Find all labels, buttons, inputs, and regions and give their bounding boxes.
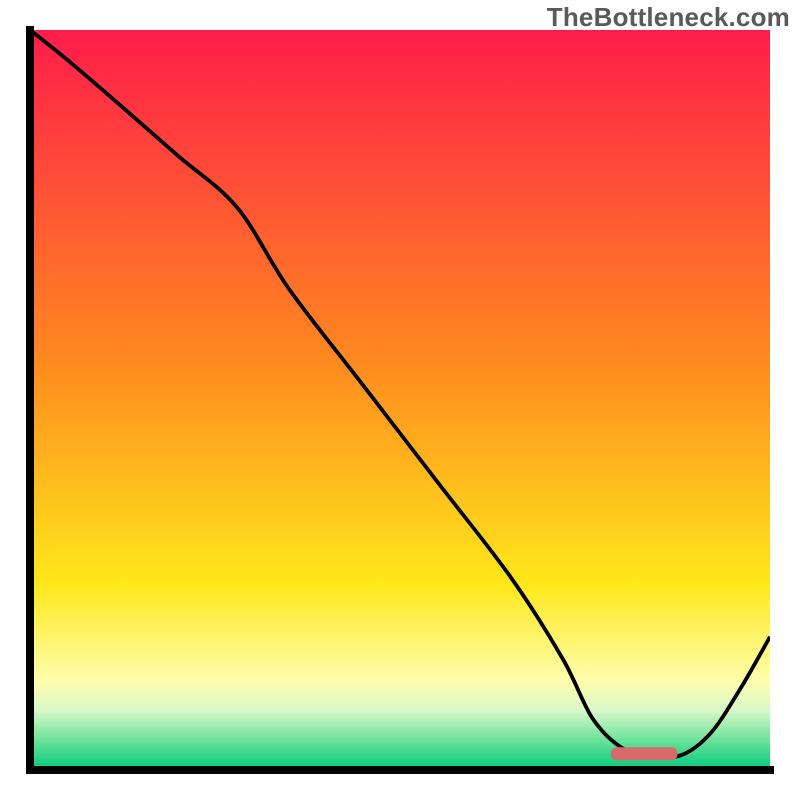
- watermark-text: TheBottleneck.com: [547, 2, 790, 33]
- chart-container: TheBottleneck.com: [0, 0, 800, 800]
- heat-gradient-background: [30, 30, 770, 770]
- optimal-range-marker: [611, 747, 678, 760]
- bottleneck-chart: [0, 0, 800, 800]
